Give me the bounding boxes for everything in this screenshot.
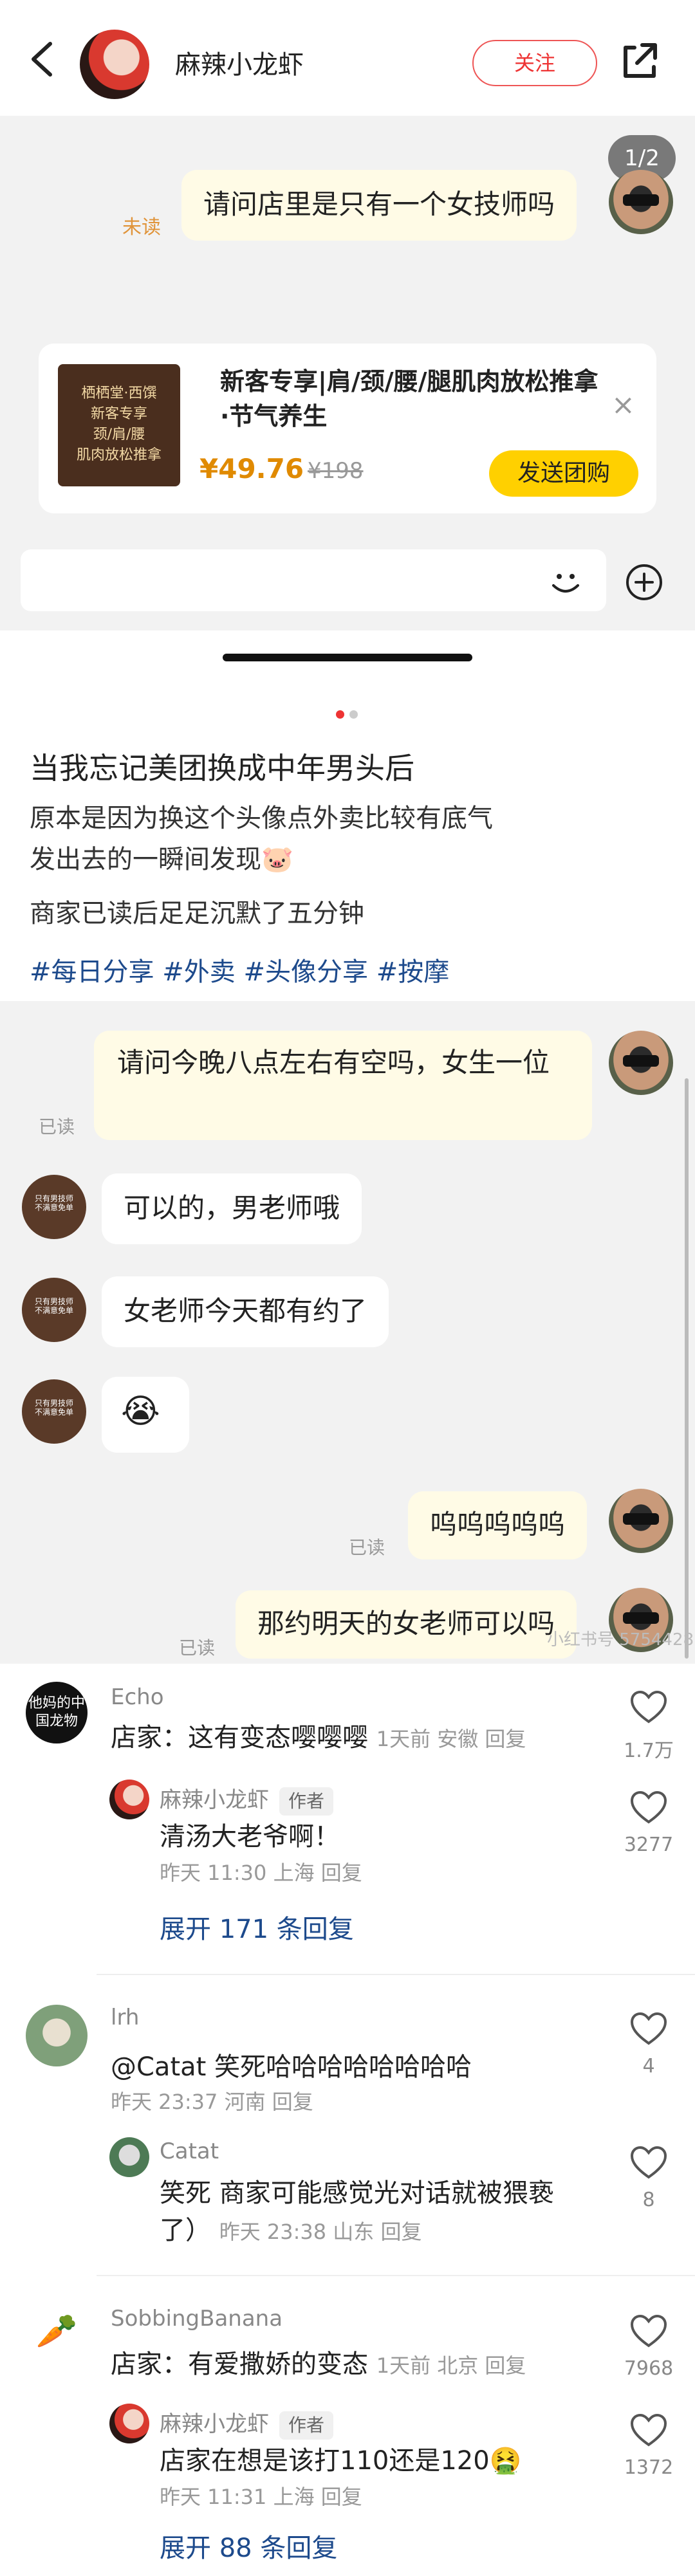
expand-replies[interactable]: 展开 88 条回复 xyxy=(160,2527,337,2564)
user-avatar xyxy=(609,1031,673,1095)
reply-name[interactable]: Catat xyxy=(160,2139,219,2164)
scrollbar xyxy=(685,1078,689,1659)
watermark: 小红书号 5754428 xyxy=(547,1630,694,1650)
emoji-icon[interactable] xyxy=(546,562,586,602)
reply-meta: 昨天 23:38 山东 回复 xyxy=(219,2220,422,2244)
carousel-dot xyxy=(349,710,358,719)
reply-name-text: 麻辣小龙虾 xyxy=(160,1787,269,1813)
commenter-name[interactable]: lrh xyxy=(111,2005,139,2030)
deal-title: 新客专享|肩/颈/腰/腿肌肉放松推拿·节气养生 xyxy=(220,367,598,430)
deal-card[interactable]: 栖栖堂·西馔 新客专享 颈/肩/腰 肌肉放松推拿 新客专享|肩/颈/腰/腿肌肉放松推拿… xyxy=(39,344,656,513)
post-body-line: 商家已读后足足沉默了五分钟 xyxy=(30,899,364,928)
message-bubble: 女老师今天都有约了 xyxy=(102,1276,389,1347)
author-avatar[interactable] xyxy=(80,30,149,99)
heart-icon[interactable] xyxy=(629,1790,668,1825)
post-body-line: 原本是因为换这个头像点外卖比较有底气 xyxy=(30,804,493,833)
author-tag: 作者 xyxy=(279,1787,334,1816)
post-body: 原本是因为换这个头像点外卖比较有底气 发出去的一瞬间发现🐷 商家已读后足足沉默了… xyxy=(30,798,673,934)
reply-avatar[interactable] xyxy=(109,2404,149,2443)
divider xyxy=(97,2275,695,2276)
author-tag: 作者 xyxy=(279,2411,334,2440)
carousel-dot-active xyxy=(336,710,344,719)
commenter-name[interactable]: SobbingBanana xyxy=(111,2306,283,2332)
share-icon[interactable] xyxy=(616,39,662,84)
unread-label: 未读 xyxy=(122,216,161,239)
reply-name-text: 麻辣小龙虾 xyxy=(160,2411,269,2437)
user-avatar xyxy=(609,170,673,234)
top-bar: 麻辣小龙虾 关注 xyxy=(0,0,695,116)
like-count: 8 xyxy=(642,2189,655,2211)
message-bubble: 呜呜呜呜呜 xyxy=(408,1491,588,1559)
comment-text[interactable]: @Catat 笑死哈哈哈哈哈哈哈哈 xyxy=(111,2048,472,2086)
user-avatar xyxy=(609,1489,673,1553)
message-bubble: 可以的，男老师哦 xyxy=(102,1173,362,1244)
plus-icon[interactable] xyxy=(624,562,664,602)
deal-old-price: ¥198 xyxy=(308,458,364,484)
post-title: 当我忘记美团换成中年男头后 xyxy=(30,751,414,786)
deal-price: ¥49.76 xyxy=(199,453,304,484)
reply-text[interactable]: 清汤大老爷啊！ xyxy=(160,1818,340,1855)
carrot-avatar[interactable]: 🥕 xyxy=(26,2301,88,2362)
comment-text[interactable]: 店家：有爱撒娇的变态 1天前 北京 回复 xyxy=(111,2346,526,2384)
message-bubble: 请问今晚八点左右有空吗，女生一位 xyxy=(94,1031,592,1140)
like-count: 1372 xyxy=(624,2456,674,2479)
like-count: 3277 xyxy=(624,1834,674,1856)
heart-icon[interactable] xyxy=(629,1689,668,1724)
reply-text[interactable]: 店家在想是该打110还是120🤮 xyxy=(160,2442,522,2479)
follow-button[interactable]: 关注 xyxy=(472,40,597,86)
commenter-avatar[interactable] xyxy=(26,2005,88,2066)
message-bubble: 那约明天的女老师可以吗 xyxy=(236,1590,577,1659)
reply-avatar[interactable] xyxy=(109,1780,149,1819)
comment-text[interactable]: 店家：这有变态嘤嘤嘤 1天前 安徽 回复 xyxy=(111,1719,526,1758)
heart-icon[interactable] xyxy=(629,2145,668,2180)
comment-meta: 昨天 23:37 河南 回复 xyxy=(111,2090,313,2114)
close-icon[interactable]: × xyxy=(611,389,635,421)
reply-text[interactable]: 了） 昨天 23:38 山东 回复 xyxy=(160,2212,422,2250)
message-bubble: 请问店里是只有一个女技师吗 xyxy=(181,170,577,241)
carousel-dots xyxy=(333,709,360,721)
heart-icon[interactable] xyxy=(629,2413,668,2447)
read-label: 已读 xyxy=(39,1116,75,1137)
back-arrow-icon[interactable] xyxy=(26,40,58,78)
shop-avatar: 只有男技师 不满意免单 xyxy=(22,1379,86,1444)
expand-replies[interactable]: 展开 171 条回复 xyxy=(160,1908,354,1946)
like-count: 4 xyxy=(642,2055,655,2077)
comment-meta: 1天前 安徽 回复 xyxy=(376,1727,526,1751)
shop-avatar: 只有男技师 不满意免单 xyxy=(22,1175,86,1239)
divider xyxy=(97,1974,695,1975)
reply-name[interactable]: 麻辣小龙虾 作者 xyxy=(160,2406,334,2440)
post-body-line: 发出去的一瞬间发现🐷 xyxy=(30,845,293,874)
send-deal-button[interactable]: 发送团购 xyxy=(489,450,638,497)
message-bubble: 😭 xyxy=(102,1377,189,1453)
reply-meta: 昨天 11:30 上海 回复 xyxy=(160,1861,362,1885)
reply-meta: 昨天 11:31 上海 回复 xyxy=(160,2485,362,2509)
reply-text[interactable]: 笑死 商家可能感觉光对话就被猥亵 xyxy=(160,2175,554,2212)
read-label: 已读 xyxy=(349,1537,385,1558)
heart-icon[interactable] xyxy=(629,2011,668,2046)
author-name[interactable]: 麻辣小龙虾 xyxy=(175,44,304,81)
comment-meta: 1天前 北京 回复 xyxy=(376,2353,526,2378)
message-input[interactable] xyxy=(21,549,606,611)
comment-body: 店家：这有变态嘤嘤嘤 xyxy=(111,1723,368,1753)
reply-name[interactable]: 麻辣小龙虾 作者 xyxy=(160,1782,334,1816)
commenter-avatar[interactable]: 他妈的中国龙物 xyxy=(26,1682,88,1743)
deal-thumbnail: 栖栖堂·西馔 新客专享 颈/肩/腰 肌肉放松推拿 xyxy=(58,364,180,486)
commenter-name[interactable]: Echo xyxy=(111,1684,164,1710)
like-count: 1.7万 xyxy=(624,1740,674,1762)
home-indicator xyxy=(223,654,472,661)
heart-icon[interactable] xyxy=(629,2314,668,2348)
post-tags[interactable]: #每日分享 #外卖 #头像分享 #按摩 xyxy=(30,951,449,988)
read-label: 已读 xyxy=(179,1637,216,1659)
shop-avatar: 只有男技师 不满意免单 xyxy=(22,1278,86,1342)
reply-avatar[interactable] xyxy=(109,2137,149,2177)
reply-text-line: 了） xyxy=(160,2216,211,2245)
like-count: 7968 xyxy=(624,2357,674,2380)
comment-body: 店家：有爱撒娇的变态 xyxy=(111,2350,368,2379)
